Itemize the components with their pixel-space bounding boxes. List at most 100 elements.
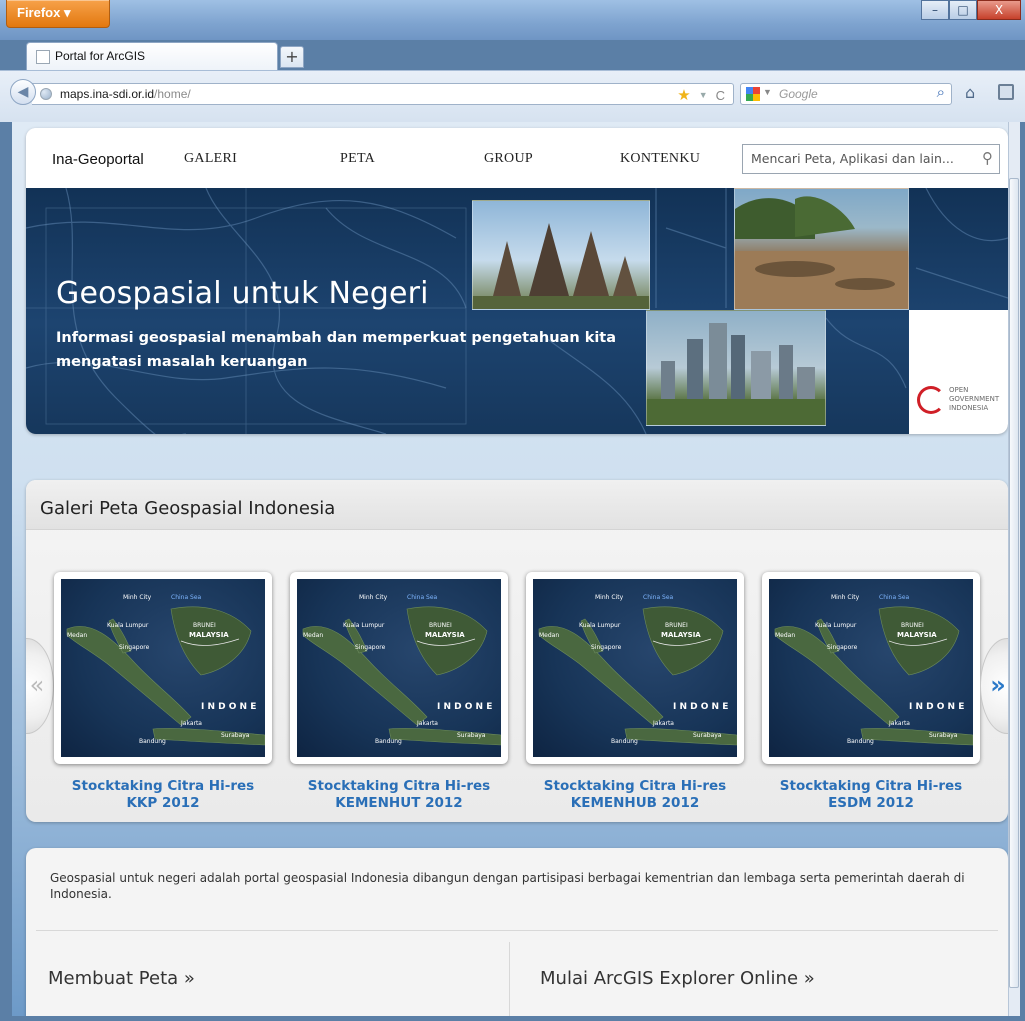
map-label-medan: Medan bbox=[303, 632, 323, 639]
bookmarks-menu-icon[interactable] bbox=[998, 84, 1014, 100]
map-label-city1: Minh City bbox=[595, 594, 624, 601]
search-engine-dropdown-icon[interactable]: ▼ bbox=[763, 87, 772, 97]
map-label-sea: China Sea bbox=[407, 594, 438, 601]
divider bbox=[36, 930, 998, 931]
map-label-kl: Kuala Lumpur bbox=[107, 622, 149, 629]
gallery-item-link-esdm[interactable]: Stocktaking Citra Hi-res ESDM 2012 bbox=[752, 778, 990, 812]
google-icon[interactable] bbox=[746, 87, 760, 101]
map-label-brunei: BRUNEI bbox=[901, 622, 924, 629]
map-label-kl: Kuala Lumpur bbox=[343, 622, 385, 629]
minimize-button[interactable]: – bbox=[921, 0, 949, 20]
map-label-sea: China Sea bbox=[171, 594, 202, 601]
map-label-surabaya: Surabaya bbox=[221, 732, 250, 739]
indonesia-map-thumbnail: Minh City China Sea Kuala Lumpur BRUNEI MALA… bbox=[769, 579, 973, 757]
new-tab-button[interactable]: + bbox=[280, 46, 304, 68]
map-label-malaysia: MALAYSIA bbox=[425, 631, 465, 639]
bookmark-star-icon[interactable]: ★ bbox=[677, 86, 690, 104]
indonesia-map-thumbnail: Minh City China Sea Kuala Lumpur BRUNEI MALA… bbox=[61, 579, 265, 757]
indonesia-map-thumbnail: Minh City China Sea Kuala Lumpur BRUNEI MALA… bbox=[533, 579, 737, 757]
island-shape bbox=[774, 626, 900, 726]
gallery-thumbnail-kemenhut[interactable]: Minh City China Sea Kuala Lumpur BRUNEI MALA… bbox=[290, 572, 508, 764]
map-label-jakarta: Jakarta bbox=[652, 720, 674, 727]
map-label-malaysia: MALAYSIA bbox=[189, 631, 229, 639]
top-navigation: Ina-Geoportal GALERI PETA GROUP KONTENKU… bbox=[26, 128, 1008, 188]
nav-item-kontenku[interactable]: KONTENKU bbox=[620, 151, 700, 167]
arcgis-explorer-link[interactable]: Mulai ArcGIS Explorer Online » bbox=[540, 968, 815, 989]
map-label-singapore: Singapore bbox=[119, 644, 150, 651]
map-label-city1: Minh City bbox=[359, 594, 388, 601]
nav-item-galeri[interactable]: GALERI bbox=[184, 151, 237, 167]
site-search-input[interactable]: Mencari Peta, Aplikasi dan lain... ⚲ bbox=[742, 144, 1000, 174]
tab-title: Portal for ArcGIS bbox=[55, 49, 146, 63]
map-label-malaysia: MALAYSIA bbox=[897, 631, 937, 639]
page-favicon-icon bbox=[36, 50, 50, 64]
hero-subtitle: Informasi geospasial menambah dan memper… bbox=[56, 326, 656, 374]
map-label-bandung: Bandung bbox=[847, 738, 874, 745]
map-label-bandung: Bandung bbox=[611, 738, 638, 745]
gallery-header: Galeri Peta Geospasial Indonesia bbox=[26, 480, 1008, 530]
site-identity-icon[interactable] bbox=[40, 88, 52, 100]
map-label-jakarta: Jakarta bbox=[888, 720, 910, 727]
map-label-brunei: BRUNEI bbox=[429, 622, 452, 629]
home-icon[interactable]: ⌂ bbox=[965, 83, 975, 102]
hero-subtitle-line: mengatasi masalah keruangan bbox=[56, 354, 308, 370]
gallery-thumbnail-kemenhub[interactable]: Minh City China Sea Kuala Lumpur BRUNEI MALA… bbox=[526, 572, 744, 764]
browser-tab[interactable]: Portal for ArcGIS bbox=[26, 42, 278, 70]
search-icon[interactable]: ⚲ bbox=[982, 149, 993, 167]
gallery-item-link-kemenhut[interactable]: Stocktaking Citra Hi-res KEMENHUT 2012 bbox=[280, 778, 518, 812]
map-label-kl: Kuala Lumpur bbox=[579, 622, 621, 629]
browser-search-input[interactable]: ▼ Google ⌕ bbox=[740, 83, 952, 105]
browser-titlebar: Firefox ▾ – □ X bbox=[0, 0, 1025, 40]
history-dropdown-icon[interactable]: ▼ bbox=[699, 90, 708, 100]
page-scrollbar[interactable] bbox=[1008, 122, 1020, 1016]
nav-item-group[interactable]: GROUP bbox=[484, 151, 533, 167]
island-shape bbox=[406, 606, 488, 676]
nav-item-peta[interactable]: PETA bbox=[340, 151, 375, 167]
magnifier-icon[interactable]: ⌕ bbox=[937, 84, 945, 101]
map-label-kl: Kuala Lumpur bbox=[815, 622, 857, 629]
beach-photo bbox=[734, 188, 909, 310]
gallery-item-link-kemenhub[interactable]: Stocktaking Citra Hi-res KEMENHUB 2012 bbox=[516, 778, 754, 812]
gallery-item-link-kkp[interactable]: Stocktaking Citra Hi-res KKP 2012 bbox=[44, 778, 282, 812]
back-button[interactable]: ◀ bbox=[10, 79, 36, 105]
window-controls: – □ X bbox=[921, 0, 1021, 20]
browser-navbar: maps.ina-sdi.or.id/home/ ★ ▼ C ◀ ▼ Googl… bbox=[0, 70, 1025, 122]
gallery-next-button[interactable]: » bbox=[980, 638, 1008, 734]
island-shape bbox=[170, 606, 252, 676]
open-government-logo[interactable]: OPEN GOVERNMENT INDONESIA bbox=[909, 310, 1008, 434]
indonesia-map-graphic: Minh City China Sea Kuala Lumpur BRUNEI MALA… bbox=[302, 594, 501, 746]
indonesia-map-graphic: Minh City China Sea Kuala Lumpur BRUNEI MALA… bbox=[774, 594, 973, 746]
maximize-button[interactable]: □ bbox=[949, 0, 977, 20]
map-label-medan: Medan bbox=[539, 632, 559, 639]
divider bbox=[509, 942, 510, 1016]
temple-photo bbox=[472, 200, 650, 310]
url-host: maps.ina-sdi.or.id bbox=[60, 87, 155, 101]
map-label-singapore: Singapore bbox=[591, 644, 622, 651]
indonesia-map-thumbnail: Minh City China Sea Kuala Lumpur BRUNEI MALA… bbox=[297, 579, 501, 757]
url-path: /home/ bbox=[154, 87, 191, 101]
map-label-brunei: BRUNEI bbox=[193, 622, 216, 629]
create-map-link[interactable]: Membuat Peta » bbox=[48, 968, 195, 989]
close-window-button[interactable]: X bbox=[977, 0, 1021, 20]
island-shape bbox=[302, 626, 428, 726]
island-shape bbox=[878, 606, 960, 676]
map-label-sea: China Sea bbox=[879, 594, 910, 601]
nav-brand-link[interactable]: Ina-Geoportal bbox=[52, 151, 144, 168]
island-shape bbox=[66, 626, 192, 726]
map-label-brunei: BRUNEI bbox=[665, 622, 688, 629]
hero-subtitle-line: Informasi geospasial menambah dan memper… bbox=[56, 330, 617, 346]
map-label-bandung: Bandung bbox=[375, 738, 402, 745]
reload-icon[interactable]: C bbox=[716, 88, 725, 103]
site-search-placeholder: Mencari Peta, Aplikasi dan lain... bbox=[751, 151, 954, 166]
gallery-title: Galeri Peta Geospasial Indonesia bbox=[40, 498, 336, 519]
map-label-jakarta: Jakarta bbox=[416, 720, 438, 727]
map-label-singapore: Singapore bbox=[355, 644, 386, 651]
address-bar[interactable]: maps.ina-sdi.or.id/home/ ★ ▼ C bbox=[32, 83, 734, 105]
gallery-thumbnail-esdm[interactable]: Minh City China Sea Kuala Lumpur BRUNEI MALA… bbox=[762, 572, 980, 764]
gallery-prev-button[interactable]: « bbox=[26, 638, 54, 734]
firefox-menu-button[interactable]: Firefox ▾ bbox=[6, 0, 110, 28]
search-engine-label: Google bbox=[779, 87, 818, 101]
gallery-thumbnail-kkp[interactable]: Minh City China Sea Kuala Lumpur BRUNEI MALA… bbox=[54, 572, 272, 764]
map-label-indonesia: I N D O N E bbox=[201, 702, 256, 712]
scrollbar-thumb[interactable] bbox=[1009, 178, 1019, 988]
